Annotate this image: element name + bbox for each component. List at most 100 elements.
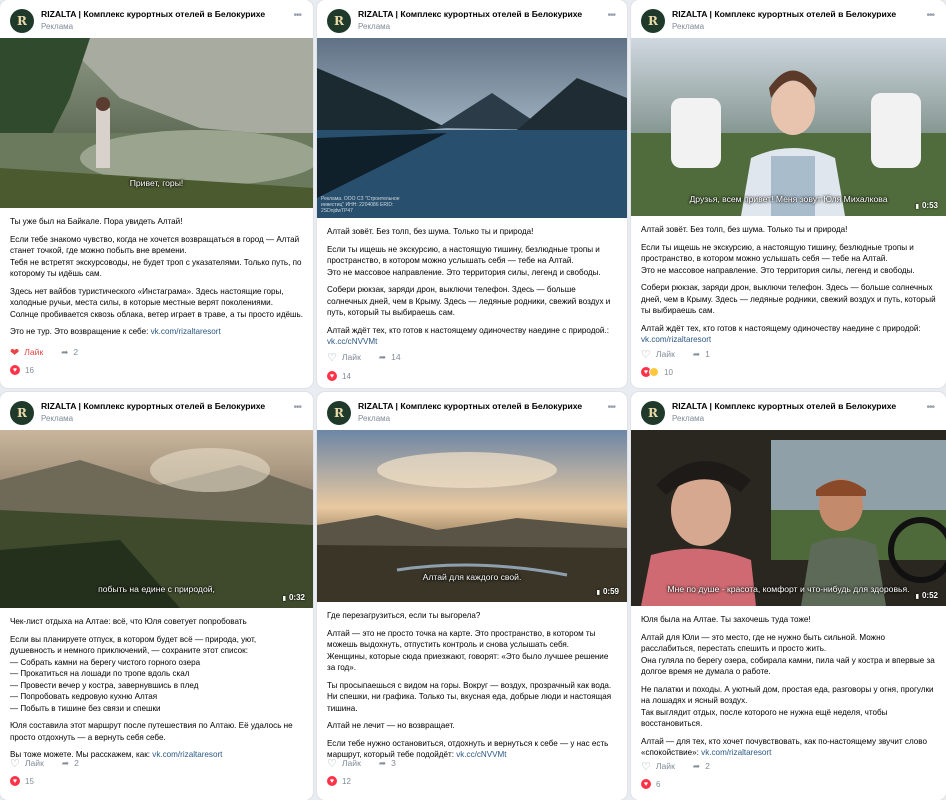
brand-name[interactable]: RIZALTA | Комплекс курортных отелей в Бе… — [41, 9, 265, 19]
brand-name[interactable]: RIZALTA | Комплекс курортных отелей в Бе… — [358, 401, 582, 411]
video-frame-woman-greeting — [631, 38, 946, 216]
post-paragraph: Чек-лист отдыха на Алтае: всё, что Юля с… — [10, 617, 247, 626]
brand-logo[interactable]: R — [10, 401, 34, 425]
reactions-summary[interactable]: ♥ 15 — [10, 775, 34, 787]
like-label: Лайк — [341, 758, 361, 768]
video-frame-mountain-lake — [317, 38, 627, 218]
share-icon: ➦ — [692, 348, 701, 359]
share-button[interactable]: ➦ 3 — [379, 758, 396, 769]
ad-post: R RIZALTA | Комплекс курортных отелей в … — [317, 0, 627, 388]
ad-label: Реклама — [358, 22, 391, 31]
video-frame-car-passengers — [631, 430, 946, 606]
post-paragraph: Юля была на Алтае. Ты захочешь туда тоже… — [641, 615, 811, 624]
post-paragraph: Здесь нет вайбов туристического «Инстагр… — [10, 286, 303, 319]
heart-icon: ♡ — [327, 757, 337, 770]
more-icon[interactable]: ••• — [607, 10, 615, 21]
likes-count: 14 — [342, 371, 351, 381]
more-icon[interactable]: ••• — [926, 10, 934, 21]
heart-reaction-icon: ♥ — [327, 371, 337, 381]
share-count: 2 — [705, 761, 710, 771]
video-caption: побыть на едине с природой, — [98, 584, 215, 594]
brand-name[interactable]: RIZALTA | Комплекс курортных отелей в Бе… — [672, 9, 896, 19]
video-caption: Мне по душе - красота, комфорт и что-ниб… — [667, 584, 910, 594]
post-paragraph: Алтай зовёт. Без толп, без шума. Только … — [641, 225, 848, 234]
like-button[interactable]: ♡ Лайк — [327, 757, 361, 770]
likes-count: 12 — [342, 776, 351, 786]
like-button[interactable]: ♡ Лайк — [641, 348, 675, 361]
like-label: Лайк — [24, 758, 44, 768]
video-frame-valley — [0, 430, 313, 608]
brand-logo[interactable]: R — [641, 401, 665, 425]
video-caption: Привет, горы! — [129, 178, 184, 188]
brand-logo[interactable]: R — [327, 9, 351, 33]
likes-count: 6 — [656, 779, 661, 789]
post-text: Юля была на Алтае. Ты захочешь туда тоже… — [631, 606, 946, 759]
post-link[interactable]: vk.com/rizaltaresort — [152, 750, 222, 759]
share-count: 1 — [705, 349, 710, 359]
brand-name[interactable]: RIZALTA | Комплекс курортных отелей в Бе… — [41, 401, 265, 411]
heart-reaction-icon: ♥ — [10, 776, 20, 786]
post-video[interactable]: Друзья, всем привет! Меня зовут Юля Миха… — [631, 38, 946, 216]
heart-reaction-icon: ♥ — [641, 779, 651, 789]
heart-reaction-icon: ♥ — [10, 365, 20, 375]
post-actions: ♡ Лайк ➦ 1 — [641, 347, 710, 361]
post-video[interactable]: Реклама. ООО СЗ "Строительное инвестиц" … — [317, 38, 627, 218]
reactions-summary[interactable]: ♥ 12 — [327, 775, 351, 787]
ad-label: Реклама — [358, 414, 391, 423]
brand-name[interactable]: RIZALTA | Комплекс курортных отелей в Бе… — [358, 9, 582, 19]
ad-post: R RIZALTA | Комплекс курортных отелей в … — [631, 392, 946, 800]
post-paragraph-text: Это не тур. Это возвращение к себе: — [10, 327, 151, 336]
ad-post: R RIZALTA | Комплекс курортных отелей в … — [317, 392, 627, 800]
like-button[interactable]: ♡ Лайк — [641, 760, 675, 773]
post-video[interactable]: побыть на едине с природой, 0:32 — [0, 430, 313, 608]
brand-logo[interactable]: R — [10, 9, 34, 33]
share-button[interactable]: ➦ 2 — [61, 347, 78, 358]
post-paragraph: Алтай ждёт тех, кто готов к настоящему о… — [327, 325, 617, 348]
more-icon[interactable]: ••• — [293, 402, 301, 413]
share-button[interactable]: ➦ 2 — [693, 761, 710, 772]
heart-icon: ♡ — [641, 760, 651, 773]
reactions-summary[interactable]: ♥ 6 — [641, 778, 660, 790]
post-link[interactable]: vk.cc/cNVVMt — [456, 750, 506, 759]
share-button[interactable]: ➦ 1 — [693, 349, 710, 360]
reactions-summary[interactable]: ♥ 10 — [641, 366, 673, 378]
share-button[interactable]: ➦ 2 — [62, 758, 79, 769]
post-video[interactable]: Привет, горы! — [0, 38, 313, 208]
share-button[interactable]: ➦ 14 — [379, 352, 401, 363]
reactions-summary[interactable]: ♥ 14 — [327, 370, 351, 382]
heart-icon: ❤ — [10, 346, 20, 359]
post-paragraph: Собери рюкзак, заряди дрон, выключи теле… — [327, 285, 611, 317]
like-button[interactable]: ❤ Лайк — [10, 346, 43, 359]
share-count: 2 — [73, 347, 79, 357]
like-label: Лайк — [341, 352, 361, 362]
post-video[interactable]: Алтай для каждого свой. 0:59 — [317, 430, 627, 602]
more-icon[interactable]: ••• — [293, 10, 301, 21]
post-link[interactable]: vk.cc/cNVVMt — [327, 337, 377, 346]
post-paragraph: Алтай — это не просто точка на карте. Эт… — [327, 628, 609, 673]
share-icon: ➦ — [61, 757, 70, 768]
share-icon: ➦ — [61, 346, 69, 357]
post-paragraph: Алтай зовёт. Без толп, без шума. Только … — [327, 227, 534, 236]
more-icon[interactable]: ••• — [607, 402, 615, 413]
post-header: R RIZALTA | Комплекс курортных отелей в … — [0, 0, 313, 38]
post-text: Алтай зовёт. Без толп, без шума. Только … — [631, 216, 946, 346]
post-paragraph: Если вы планируете отпуск, в котором буд… — [10, 634, 257, 713]
post-link[interactable]: vk.com/rizaltaresort — [151, 327, 221, 336]
post-link[interactable]: vk.com/rizaltaresort — [641, 335, 711, 344]
reactions-summary[interactable]: ♥ 16 — [10, 364, 34, 376]
post-text: Чек-лист отдыха на Алтае: всё, что Юля с… — [0, 608, 313, 761]
brand-logo[interactable]: R — [641, 9, 665, 33]
brand-name[interactable]: RIZALTA | Комплекс курортных отелей в Бе… — [672, 401, 896, 411]
post-paragraph: Ты уже был на Байкале. Пора увидеть Алта… — [10, 217, 183, 226]
post-paragraph: Юля составила этот маршрут после путешес… — [10, 721, 293, 742]
post-video[interactable]: Мне по душе - красота, комфорт и что-ниб… — [631, 430, 946, 606]
video-caption: Друзья, всем привет! Меня зовут Юля Миха… — [689, 194, 888, 204]
like-button[interactable]: ♡ Лайк — [10, 757, 44, 770]
post-paragraph: Ты просыпаешься с видом на горы. Вокруг … — [327, 680, 612, 713]
like-button[interactable]: ♡ Лайк — [327, 351, 361, 364]
share-icon: ➦ — [378, 757, 387, 768]
more-icon[interactable]: ••• — [926, 402, 934, 413]
brand-logo[interactable]: R — [327, 401, 351, 425]
post-link[interactable]: vk.com/rizaltaresort — [701, 748, 771, 757]
likes-count: 15 — [25, 776, 34, 786]
